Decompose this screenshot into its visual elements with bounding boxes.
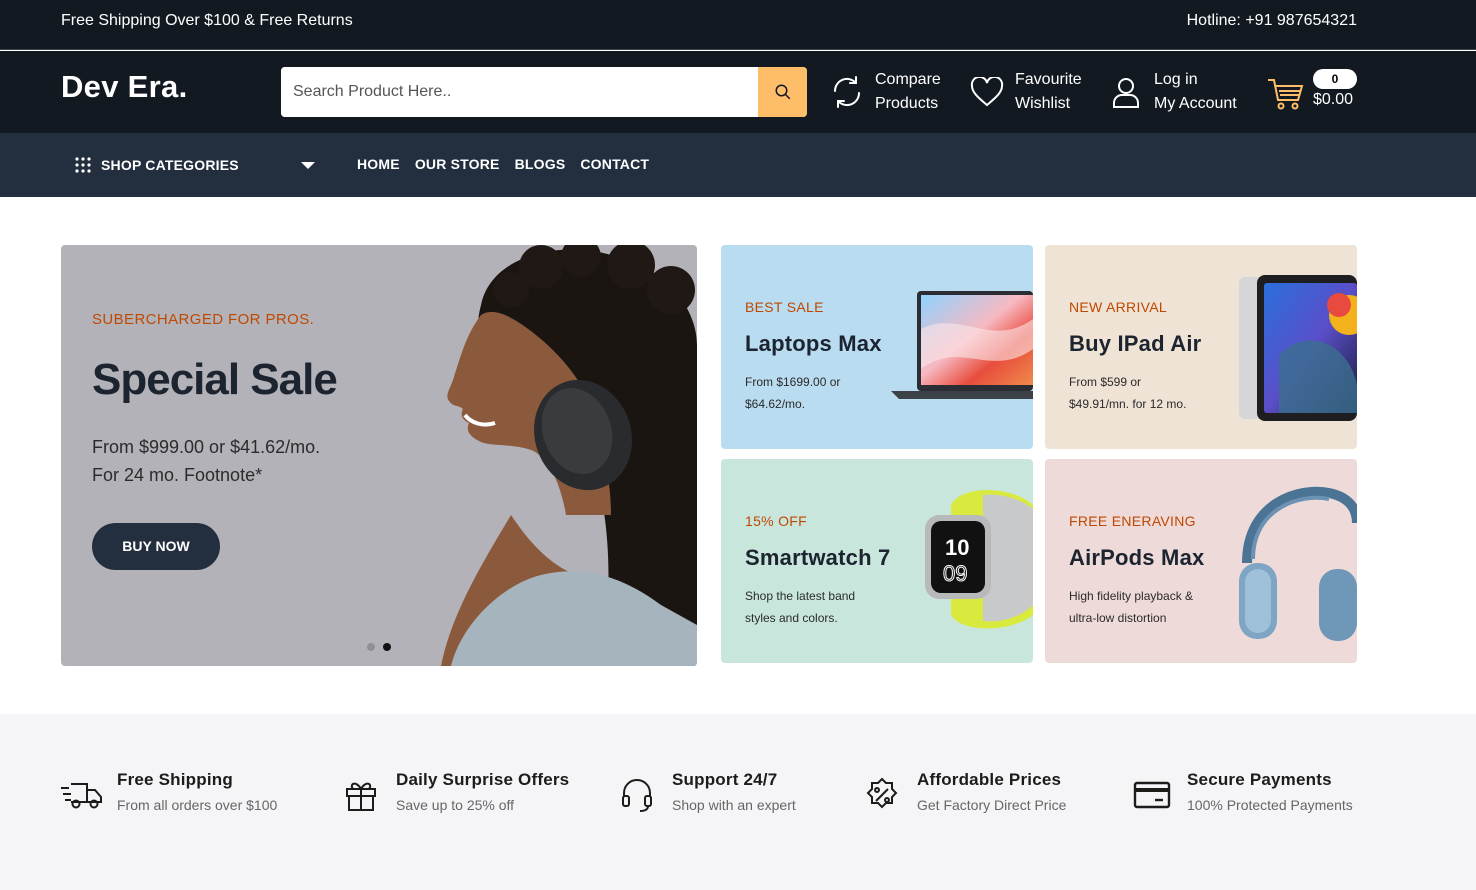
compare-products-link[interactable]: Compare Products xyxy=(829,68,941,116)
headphones-image xyxy=(1239,486,1357,641)
cart-total: $0.00 xyxy=(1313,91,1354,108)
service-free-shipping: Free Shipping From all orders over $100 xyxy=(61,770,277,816)
buy-now-button[interactable]: BUY NOW xyxy=(92,523,220,570)
card-text-line-1: From $599 or xyxy=(1069,375,1142,389)
wishlist-label-2: Wishlist xyxy=(1015,95,1071,112)
navigation-bar: SHOP CATEGORIES HOME OUR STORE BLOGS CON… xyxy=(0,133,1476,197)
nav-blogs[interactable]: BLOGS xyxy=(515,156,566,172)
laptop-image xyxy=(891,291,1033,399)
service-title: Secure Payments xyxy=(1187,770,1332,789)
hero-woman-headphones-image xyxy=(441,245,697,666)
grid-menu-icon xyxy=(75,157,91,173)
service-affordable-prices: Affordable Prices Get Factory Direct Pri… xyxy=(861,770,1066,816)
headset-icon xyxy=(616,774,658,816)
nav-our-store[interactable]: OUR STORE xyxy=(415,156,500,172)
search-button[interactable] xyxy=(758,67,807,117)
card-text: High fidelity playback & ultra-low disto… xyxy=(1069,585,1239,629)
service-title: Daily Surprise Offers xyxy=(396,770,570,789)
card-text-line-1: High fidelity playback & xyxy=(1069,589,1194,603)
compare-icon xyxy=(829,74,865,110)
card-text-line-2: $64.62/mo. xyxy=(745,397,806,411)
service-title: Support 24/7 xyxy=(672,770,778,789)
main-menu: HOME OUR STORE BLOGS CONTACT xyxy=(357,156,649,172)
discount-badge-icon xyxy=(861,774,903,816)
card-text: From $1699.00 or $64.62/mo. xyxy=(745,371,905,415)
card-text: From $599 or $49.91/mn. for 12 mo. xyxy=(1069,371,1229,415)
gift-icon xyxy=(340,774,382,816)
search-input[interactable] xyxy=(281,67,758,117)
search-bar xyxy=(281,67,807,117)
hero-price-text: From $999.00 or $41.62/mo. For 24 mo. Fo… xyxy=(92,433,320,489)
shop-categories-dropdown[interactable]: SHOP CATEGORIES xyxy=(61,133,321,197)
chevron-down-icon xyxy=(301,162,315,169)
service-subtitle: Get Factory Direct Price xyxy=(917,797,1067,813)
promo-card-laptops[interactable]: BEST SALE Laptops Max From $1699.00 or $… xyxy=(721,245,1033,449)
shop-categories-label: SHOP CATEGORIES xyxy=(101,157,239,173)
service-daily-offers: Daily Surprise Offers Save up to 25% off xyxy=(340,770,569,816)
truck-icon xyxy=(61,774,103,816)
nav-home[interactable]: HOME xyxy=(357,156,400,172)
services-strip: Free Shipping From all orders over $100 … xyxy=(0,714,1476,890)
service-subtitle: Shop with an expert xyxy=(672,797,796,813)
svg-text:10: 10 xyxy=(945,535,969,560)
card-text: Shop the latest band styles and colors. xyxy=(745,585,905,629)
service-support: Support 24/7 Shop with an expert xyxy=(616,770,796,816)
hero-title: Special Sale xyxy=(92,355,338,404)
service-subtitle: 100% Protected Payments xyxy=(1187,797,1353,813)
carousel-dot[interactable] xyxy=(367,643,375,651)
card-title: Buy IPad Air xyxy=(1069,331,1202,356)
hero-price-line-1: From $999.00 or $41.62/mo. xyxy=(92,437,321,457)
credit-card-icon xyxy=(1131,774,1173,816)
hero-price-line-2: For 24 mo. Footnote* xyxy=(92,465,263,485)
main-header: Dev Era. Compare Products Favourite Wish… xyxy=(0,51,1476,133)
cart-icon xyxy=(1268,79,1304,110)
compare-label-1: Compare xyxy=(875,71,941,88)
card-tag: NEW ARRIVAL xyxy=(1069,299,1167,315)
svg-text:09: 09 xyxy=(943,561,967,586)
service-title: Affordable Prices xyxy=(917,770,1062,789)
cart-count-badge: 0 xyxy=(1313,69,1357,89)
compare-label-2: Products xyxy=(875,95,939,112)
hero-eyebrow: SUBERCHARGED FOR PROS. xyxy=(92,311,315,328)
promo-card-smartwatch[interactable]: 10 09 15% OFF Smartwatch 7 Shop the late… xyxy=(721,459,1033,663)
cart-button[interactable]: 0 $0.00 xyxy=(1266,69,1358,115)
search-icon xyxy=(775,84,790,100)
card-text-line-1: Shop the latest band xyxy=(745,589,856,603)
hotline[interactable]: Hotline: +91 987654321 xyxy=(1187,12,1357,30)
card-title: AirPods Max xyxy=(1069,545,1205,570)
card-text-line-1: From $1699.00 or xyxy=(745,375,841,389)
service-subtitle: Save up to 25% off xyxy=(396,797,515,813)
account-label-2: My Account xyxy=(1154,95,1237,112)
card-text-line-2: $49.91/mn. for 12 mo. xyxy=(1069,397,1187,411)
carousel-dot-active[interactable] xyxy=(383,643,391,651)
carousel-dots xyxy=(367,643,391,651)
user-icon xyxy=(1108,74,1144,110)
card-text-line-2: ultra-low distortion xyxy=(1069,611,1167,625)
nav-contact[interactable]: CONTACT xyxy=(580,156,649,172)
promo-card-ipad[interactable]: NEW ARRIVAL Buy IPad Air From $599 or $4… xyxy=(1045,245,1357,449)
heart-icon xyxy=(969,74,1005,110)
wishlist-link[interactable]: Favourite Wishlist xyxy=(969,68,1082,116)
ipad-image xyxy=(1239,275,1357,421)
shipping-notice: Free Shipping Over $100 & Free Returns xyxy=(61,12,353,29)
wishlist-label-1: Favourite xyxy=(1015,71,1082,88)
smartwatch-image: 10 09 xyxy=(925,490,1033,629)
card-text-line-2: styles and colors. xyxy=(745,611,838,625)
account-link[interactable]: Log in My Account xyxy=(1108,68,1237,116)
card-tag: BEST SALE xyxy=(745,299,824,315)
service-title: Free Shipping xyxy=(117,770,233,789)
top-announcement-bar: Free Shipping Over $100 & Free Returns H… xyxy=(0,0,1476,50)
hero-banner: SUBERCHARGED FOR PROS. Special Sale From… xyxy=(61,245,697,666)
card-tag: 15% OFF xyxy=(745,513,808,529)
card-title: Laptops Max xyxy=(745,331,882,356)
card-title: Smartwatch 7 xyxy=(745,545,891,570)
site-logo[interactable]: Dev Era. xyxy=(61,69,187,105)
card-tag: FREE ENERAVING xyxy=(1069,513,1196,529)
service-secure-payments: Secure Payments 100% Protected Payments xyxy=(1131,770,1353,816)
promo-card-airpods[interactable]: FREE ENERAVING AirPods Max High fidelity… xyxy=(1045,459,1357,663)
service-subtitle: From all orders over $100 xyxy=(117,797,278,813)
account-label-1: Log in xyxy=(1154,71,1198,88)
